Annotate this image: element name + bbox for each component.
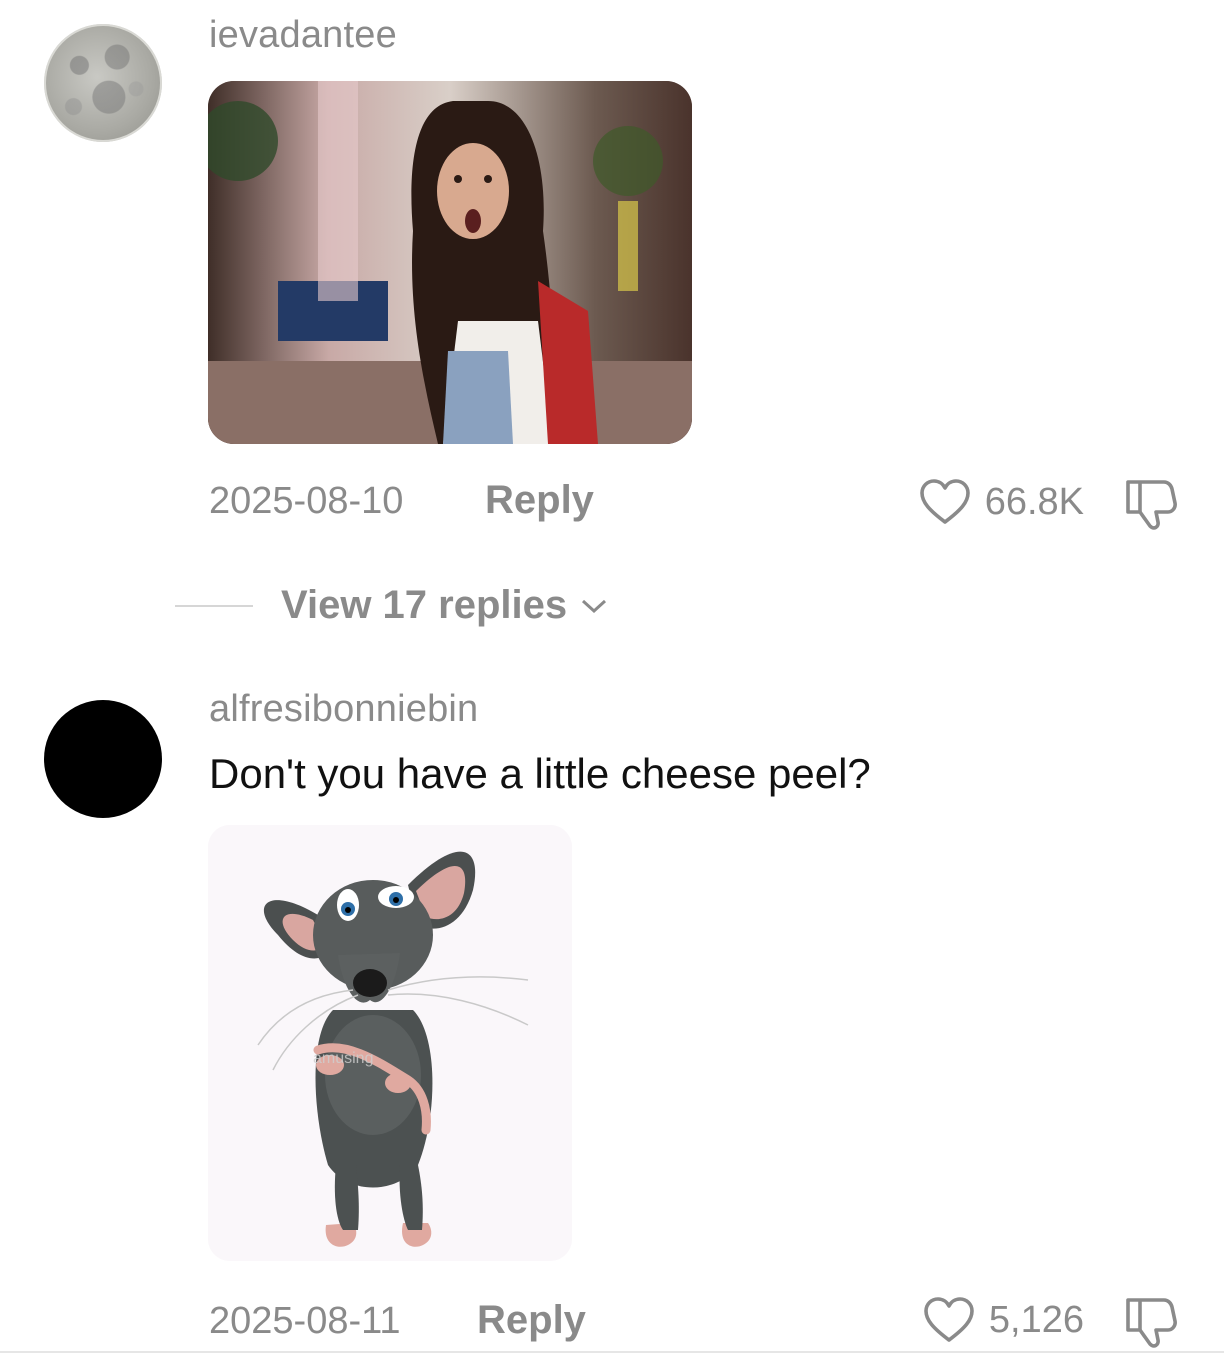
divider xyxy=(0,1351,1224,1353)
divider xyxy=(175,604,253,607)
like-count: 66.8K xyxy=(984,480,1084,523)
comment-date: 2025-08-10 xyxy=(209,480,404,522)
heart-icon xyxy=(919,479,970,524)
heart-icon xyxy=(924,1297,974,1342)
like-button[interactable]: 66.8K xyxy=(919,478,1084,526)
chevron-down-icon xyxy=(582,599,607,613)
view-replies-button[interactable]: View 17 replies xyxy=(175,583,609,628)
comment-sticker-image[interactable]: amusing xyxy=(208,825,572,1261)
comment-text: Don't you have a little cheese peel? xyxy=(209,750,871,797)
view-replies-label: View 17 replies xyxy=(281,583,568,627)
dislike-icon[interactable] xyxy=(1122,476,1180,532)
watermark: amusing xyxy=(313,1050,373,1067)
photo-illustration xyxy=(208,81,692,444)
comment-thread: ievadantee 2025-08-10 Reply 66.8K View 1… xyxy=(0,0,1224,1356)
like-button[interactable]: 5,126 xyxy=(923,1296,1084,1344)
avatar[interactable] xyxy=(44,700,162,818)
comment-image[interactable] xyxy=(208,81,692,444)
username[interactable]: alfresibonniebin xyxy=(209,688,478,731)
reply-button[interactable]: Reply xyxy=(477,1298,586,1343)
comment-date: 2025-08-11 xyxy=(209,1300,401,1342)
avatar[interactable] xyxy=(44,24,162,142)
rat-illustration: amusing xyxy=(208,825,572,1261)
like-count: 5,126 xyxy=(988,1298,1084,1341)
dislike-icon[interactable] xyxy=(1122,1294,1180,1350)
reply-button[interactable]: Reply xyxy=(485,478,594,523)
username[interactable]: ievadantee xyxy=(209,14,397,57)
